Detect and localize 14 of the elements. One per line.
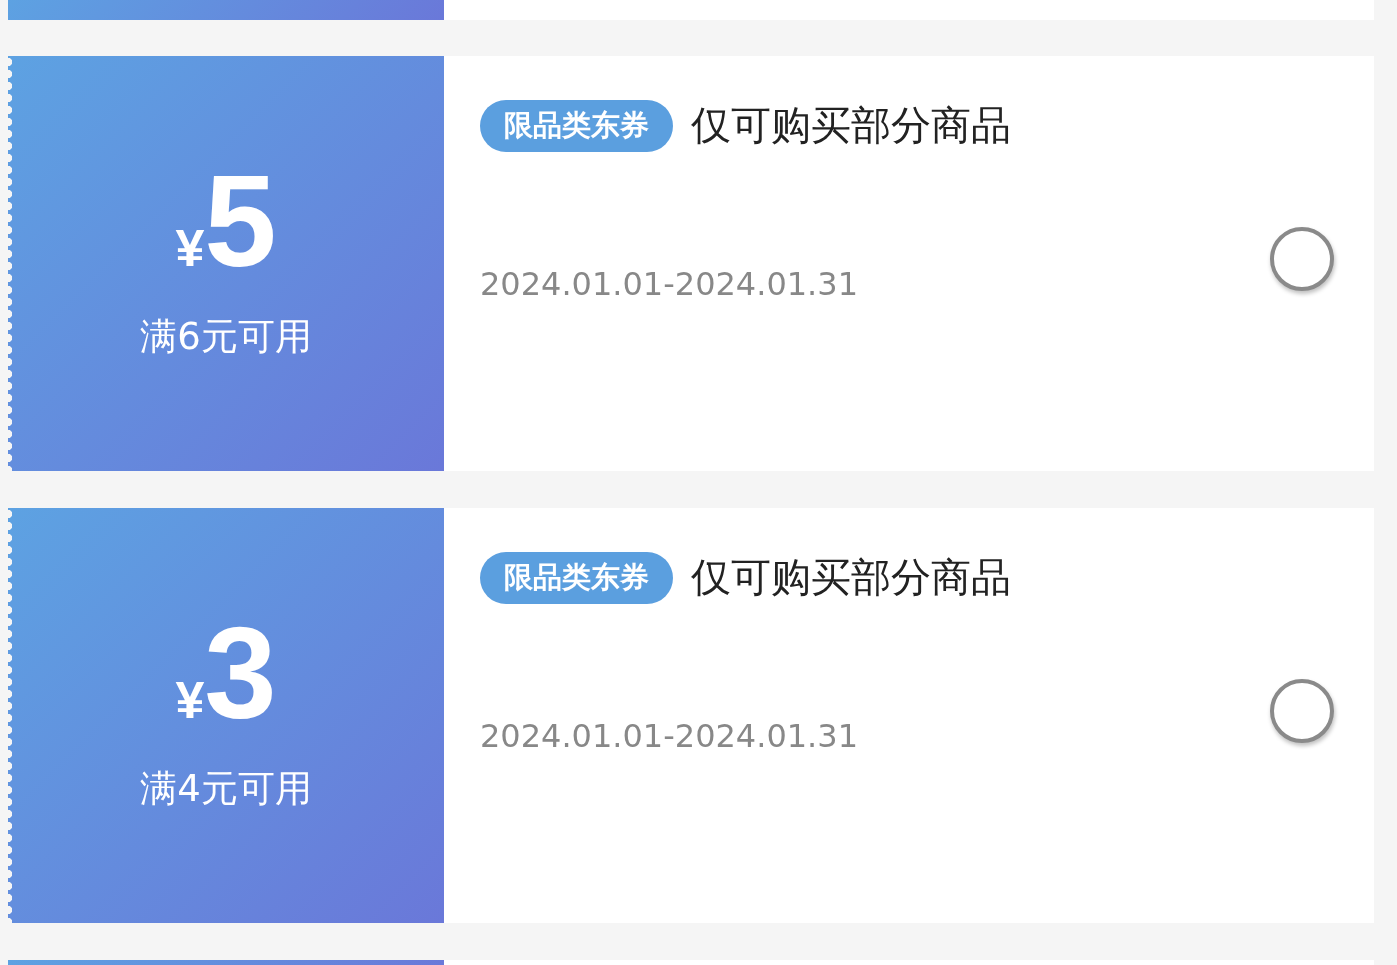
coupon-amount: 5 (204, 155, 277, 286)
coupon-amount: 3 (204, 607, 277, 738)
coupon-title: 仅可购买部分商品 (691, 553, 1011, 602)
coupon-condition: 满4元可用 (140, 765, 312, 812)
select-radio[interactable] (1270, 226, 1334, 291)
select-radio[interactable] (1270, 678, 1334, 743)
currency-symbol: ¥ (175, 670, 205, 730)
coupon-tag: 限品类东券 (480, 551, 673, 604)
coupon-condition: 满6元可用 (140, 313, 312, 360)
validity-date: 2024.01.01-2024.01.31 (480, 717, 859, 755)
validity-date: 2024.01.01-2024.01.31 (480, 265, 859, 303)
coupon-tag: 限品类东券 (480, 99, 673, 152)
coupon-title: 仅可购买部分商品 (691, 101, 1011, 150)
currency-symbol: ¥ (175, 218, 205, 278)
